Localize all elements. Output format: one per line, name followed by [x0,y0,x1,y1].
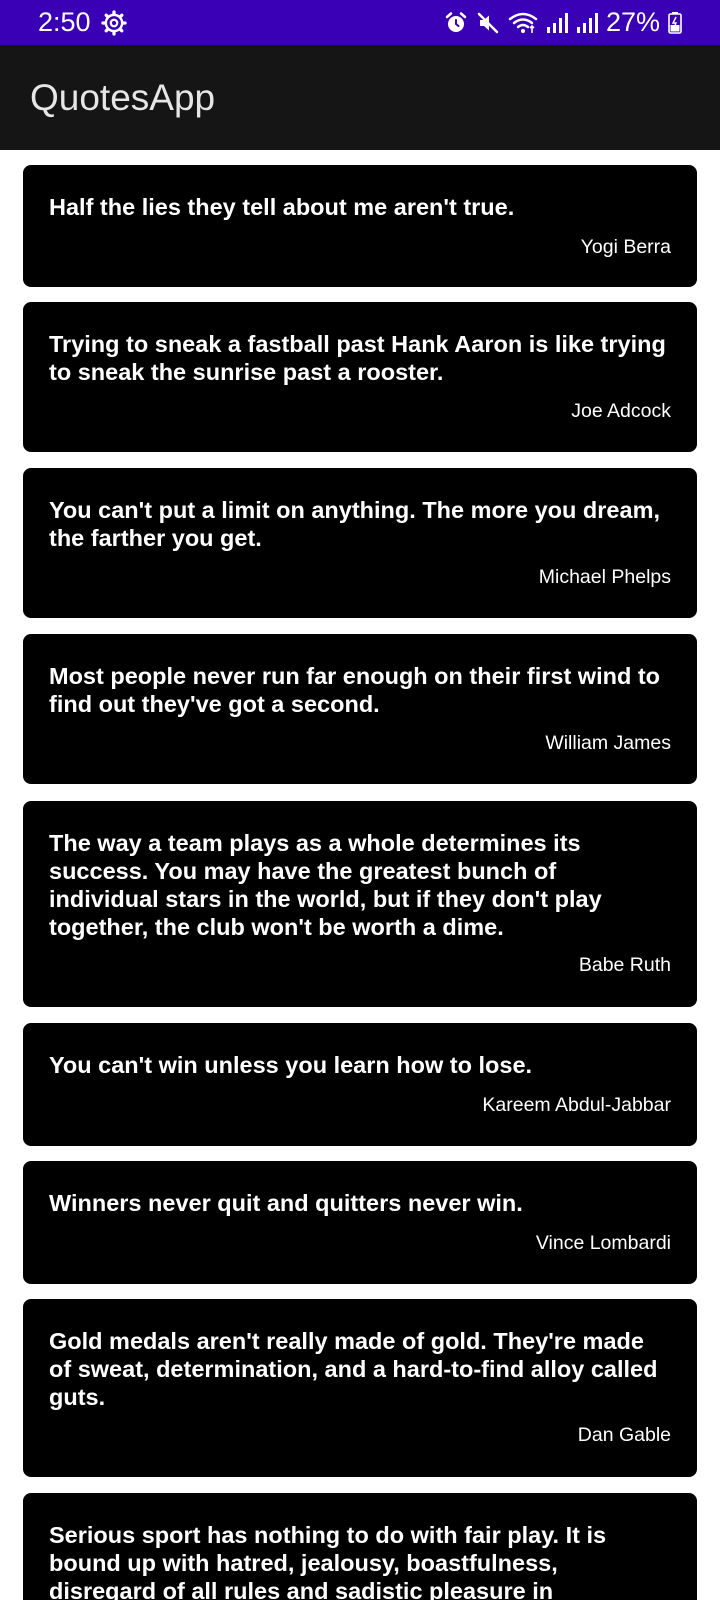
quote-card[interactable]: Serious sport has nothing to do with fai… [23,1493,697,1600]
quote-card[interactable]: Most people never run far enough on thei… [23,634,697,784]
quote-author: William James [545,732,671,754]
battery-icon [668,11,682,35]
quote-card[interactable]: Half the lies they tell about me aren't … [23,165,697,287]
quote-author: Joe Adcock [571,400,671,422]
battery-percent: 27% [605,7,660,37]
status-time: 2:50 [38,7,91,37]
quote-author: Babe Ruth [578,954,671,976]
quote-text: You can't put a limit on anything. The m… [49,497,660,551]
quote-text: The way a team plays as a whole determin… [49,830,602,940]
quote-text: Most people never run far enough on thei… [49,663,661,717]
quote-text: Serious sport has nothing to do with fai… [49,1522,607,1600]
quote-author: Michael Phelps [538,566,671,588]
quote-card[interactable]: Winners never quit and quitters never wi… [23,1161,697,1284]
signal-icon [546,11,568,35]
app-title: QuotesApp [30,76,216,118]
quote-list[interactable]: Half the lies they tell about me aren't … [0,150,720,1600]
quote-text: You can't win unless you learn how to lo… [49,1052,533,1078]
wifi-icon [508,11,538,35]
quote-card[interactable]: Gold medals aren't really made of gold. … [23,1299,697,1477]
quote-card[interactable]: The way a team plays as a whole determin… [23,801,697,1007]
signal-icon [576,11,598,35]
quote-text: Half the lies they tell about me aren't … [49,194,515,220]
quote-text: Trying to sneak a fastball past Hank Aar… [49,331,666,385]
status-right: 27% [444,7,682,38]
alarm-icon [444,11,468,35]
status-left: 2:50 [38,7,127,38]
quote-author: Dan Gable [577,1424,671,1446]
settings-gear-icon [100,9,127,36]
quote-author: Vince Lombardi [535,1232,671,1254]
status-bar: 2:50 27% [0,0,720,45]
quote-author: Kareem Abdul-Jabbar [482,1094,671,1116]
quote-card[interactable]: You can't put a limit on anything. The m… [23,468,697,618]
quote-card[interactable]: You can't win unless you learn how to lo… [23,1023,697,1146]
mute-icon [476,11,500,35]
app-bar: QuotesApp [0,45,720,150]
quote-text: Winners never quit and quitters never wi… [49,1190,523,1216]
quote-text: Gold medals aren't really made of gold. … [49,1328,658,1410]
quote-card[interactable]: Trying to sneak a fastball past Hank Aar… [23,302,697,452]
quote-author: Yogi Berra [580,236,671,258]
